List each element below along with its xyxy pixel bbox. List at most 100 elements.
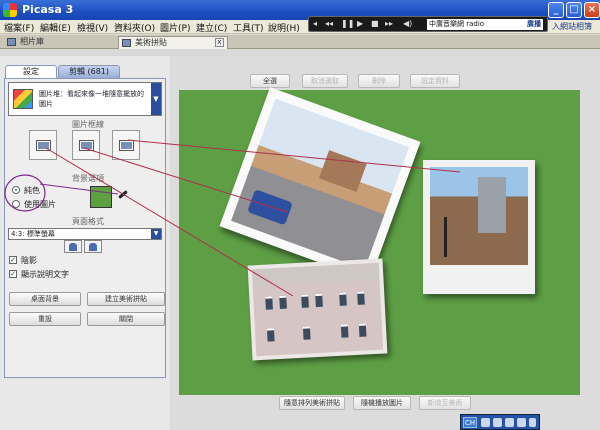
- radio-player: ◂ ◂◂ ❚❚ ▶ ■ ▸▸ ◀) 中廣音樂網 radio 廣播: [308, 16, 548, 32]
- maximize-button[interactable]: □: [566, 2, 582, 18]
- radio-solid-color[interactable]: [12, 186, 20, 194]
- image-icon: [79, 140, 94, 151]
- aspect-ratio-value: 4:3: 標準螢幕: [11, 230, 55, 238]
- station-display[interactable]: 中廣音樂網 radio 廣播: [427, 19, 543, 30]
- shuffle-collage-button[interactable]: 隨意排列美術拼貼: [279, 396, 345, 410]
- tab-collage-label: 美術拼貼: [135, 38, 167, 47]
- delete-button[interactable]: 刪除: [358, 74, 400, 88]
- caption-label: 顯示說明文字: [21, 270, 69, 279]
- taskbar-tray: CH: [460, 414, 540, 430]
- shadow-label: 陰影: [21, 256, 37, 265]
- close-window-button[interactable]: ×: [584, 2, 600, 18]
- menu-help[interactable]: 說明(H): [268, 21, 300, 34]
- window-shape: [358, 323, 367, 337]
- tab-collage[interactable]: 美術拼貼 x: [118, 36, 228, 49]
- window-shape: [339, 292, 347, 306]
- forward-icon[interactable]: ▸▸: [385, 19, 393, 28]
- stop-icon[interactable]: ■: [371, 19, 379, 28]
- add-to-collage-button[interactable]: 新增至美術: [419, 396, 471, 410]
- caption-checkbox[interactable]: ✓: [9, 270, 17, 278]
- portrait-icon: [89, 243, 97, 251]
- image-icon: [36, 140, 51, 151]
- shuffle-pictures-button[interactable]: 隨機播放圖片: [353, 396, 411, 410]
- tab-bar: 相片庫 美術拼貼 x: [0, 35, 600, 49]
- border-polaroid-option[interactable]: [112, 130, 140, 160]
- border-section-label: 圖片框線: [72, 120, 104, 129]
- tab-library[interactable]: 相片庫: [4, 36, 104, 49]
- facade-photo-image: [251, 262, 384, 357]
- menu-edit[interactable]: 編輯(E): [40, 21, 71, 34]
- select-all-button[interactable]: 全選: [250, 74, 290, 88]
- tower-photo-image: [430, 167, 528, 265]
- volume-icon[interactable]: ◀): [403, 19, 412, 28]
- play-icon[interactable]: ▶: [357, 19, 363, 28]
- reset-button[interactable]: 重設: [9, 312, 81, 326]
- collage-mode-text: 圖片堆：看起來像一堆隨意擺放的圖片: [39, 90, 144, 108]
- settings-button[interactable]: 設定資料: [410, 74, 460, 88]
- web-albums-link[interactable]: 入網站相簿: [552, 21, 592, 32]
- window-shape: [266, 328, 275, 342]
- window-shape: [265, 296, 273, 310]
- minimize-button[interactable]: _: [548, 2, 564, 18]
- radio-use-image[interactable]: [12, 200, 20, 208]
- window-shape: [357, 291, 365, 305]
- border-none-option[interactable]: [29, 130, 57, 160]
- picture-pile-icon: [13, 89, 33, 109]
- pen-icon[interactable]: [493, 418, 502, 427]
- collage-mode-select[interactable]: 圖片堆：看起來像一堆隨意擺放的圖片 ▼: [8, 82, 162, 116]
- desktop-background-button[interactable]: 桌面背景: [9, 292, 81, 306]
- settings-icon[interactable]: [505, 418, 514, 427]
- aspect-ratio-select[interactable]: 4:3: 標準螢幕 ▼: [8, 228, 162, 240]
- chevron-down-icon[interactable]: ▼: [151, 83, 161, 115]
- pause-icon[interactable]: ❚❚: [341, 19, 354, 28]
- tab-settings[interactable]: 設定: [5, 65, 57, 78]
- portrait-orientation-button[interactable]: [84, 240, 102, 253]
- radio-image-label: 使用圖片: [24, 200, 56, 209]
- menu-view[interactable]: 檢視(V): [77, 21, 108, 34]
- border-white-option[interactable]: [72, 130, 100, 160]
- photo-tower-scene[interactable]: [423, 160, 535, 294]
- window-title: Picasa 3: [22, 3, 74, 16]
- help-icon[interactable]: [517, 418, 526, 427]
- menu-create[interactable]: 建立(C): [196, 21, 227, 34]
- create-collage-button[interactable]: 建立美術拼貼: [87, 292, 165, 306]
- shadow-checkbox[interactable]: ✓: [9, 256, 17, 264]
- keyboard-icon[interactable]: [481, 418, 490, 427]
- landscape-icon: [69, 243, 77, 251]
- tower-shape: [478, 177, 506, 233]
- window-shape: [301, 294, 309, 308]
- deselect-button[interactable]: 取消選取: [302, 74, 348, 88]
- bus-shape: [247, 189, 293, 226]
- menu-tools[interactable]: 工具(T): [233, 21, 264, 34]
- station-name: 中廣音樂網 radio: [429, 20, 485, 28]
- radio-go-button[interactable]: 廣播: [527, 19, 541, 30]
- menu-folder[interactable]: 資料夾(O): [114, 21, 155, 34]
- background-section-label: 背景選項: [72, 174, 104, 183]
- page-format-label: 頁面格式: [72, 217, 104, 226]
- background-color-swatch[interactable]: [90, 186, 112, 208]
- window-shape: [340, 324, 349, 338]
- menu-file[interactable]: 檔案(F): [4, 21, 34, 34]
- close-tab-icon[interactable]: x: [215, 38, 224, 47]
- player-menu-icon[interactable]: ◂: [313, 19, 317, 28]
- window-shape: [302, 326, 311, 340]
- building-shape: [318, 150, 367, 192]
- window-shape: [279, 295, 287, 309]
- lamppost-shape: [444, 217, 447, 257]
- picasa-app-icon: [3, 3, 17, 17]
- window-shape: [315, 293, 323, 308]
- tray-arrow-icon[interactable]: [529, 418, 536, 427]
- landscape-orientation-button[interactable]: [64, 240, 82, 253]
- photo-facade-scene[interactable]: [247, 258, 388, 361]
- image-icon: [119, 140, 134, 151]
- chevron-down-icon[interactable]: ▼: [151, 229, 161, 239]
- collage-icon: [122, 39, 131, 47]
- tab-clips[interactable]: 剪輯 (681): [58, 65, 120, 78]
- tab-library-label: 相片庫: [20, 37, 44, 46]
- library-icon: [7, 38, 16, 46]
- ime-indicator[interactable]: CH: [463, 417, 477, 428]
- radio-solid-label: 純色: [24, 186, 40, 195]
- menu-picture[interactable]: 圖片(P): [160, 21, 190, 34]
- close-collage-button[interactable]: 關閉: [87, 312, 165, 326]
- rewind-icon[interactable]: ◂◂: [325, 19, 333, 28]
